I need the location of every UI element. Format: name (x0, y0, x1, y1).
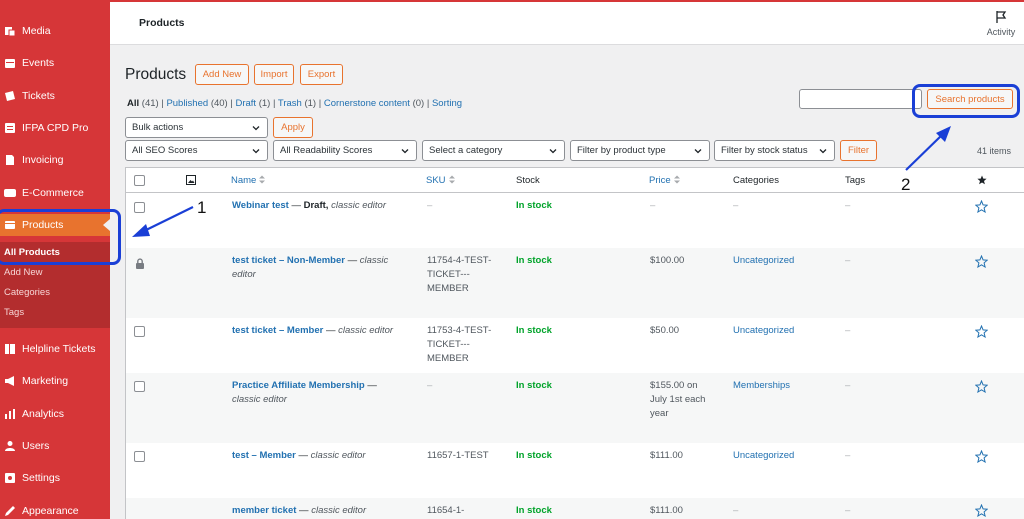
annotation-number-2: 2 (901, 175, 911, 194)
page: Media Events Tickets IFPA CPD Pro Invoic… (0, 0, 1024, 519)
annotation-number-1: 1 (197, 198, 207, 217)
annotation-arrows (132, 126, 951, 237)
